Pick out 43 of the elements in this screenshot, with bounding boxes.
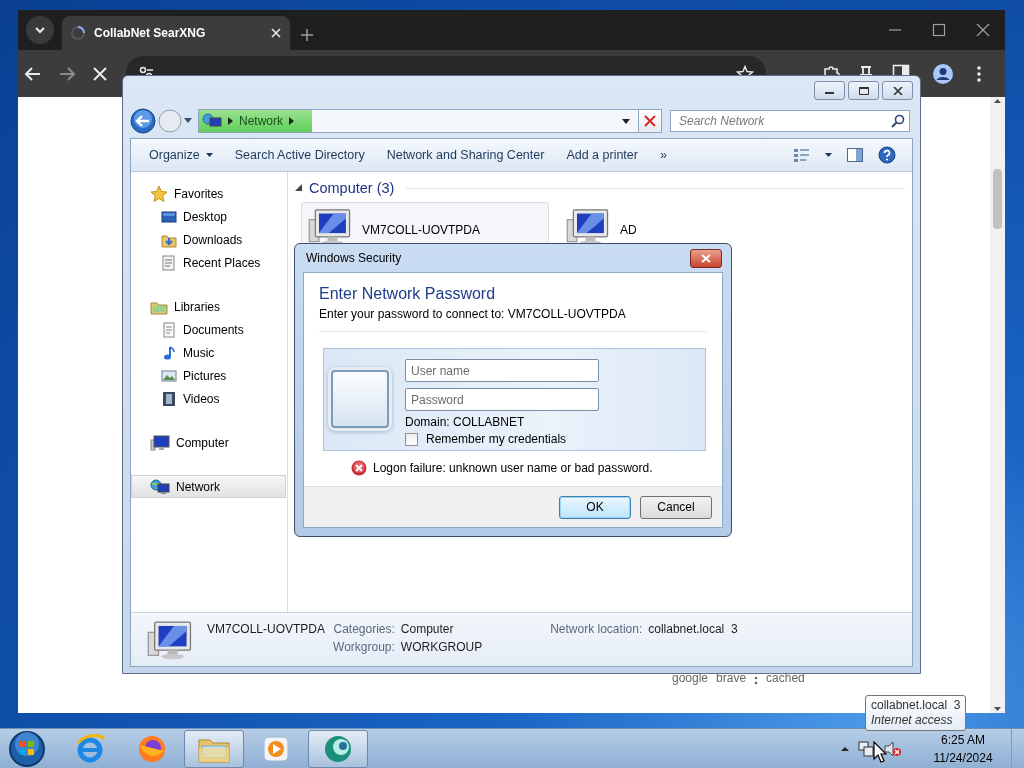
field-value: WORKGROUP	[400, 640, 483, 654]
dialog-heading: Enter Network Password	[319, 285, 497, 303]
nav-item[interactable]: Recent Places	[131, 251, 286, 274]
command-button[interactable]: Network and Sharing Center	[376, 144, 555, 166]
dialog-prompt: Enter your password to connect to: VM7COLL-UOVTPDA	[319, 307, 627, 321]
nav-item[interactable]: Favorites	[131, 182, 286, 205]
command-button[interactable]: Add a printer	[556, 144, 648, 166]
error-message: Logon failure: unknown user name or bad password.	[373, 461, 653, 475]
field-label: Workgroup:	[333, 640, 395, 654]
nav-item[interactable]: Libraries	[131, 295, 286, 318]
nav-item[interactable]: Videos	[131, 387, 286, 410]
dialog-button[interactable]: Cancel	[640, 495, 712, 519]
dialog-button[interactable]: OK	[559, 495, 631, 519]
nav-item[interactable]: Music	[131, 341, 286, 364]
result-link[interactable]: brave	[716, 671, 747, 685]
more-commands-button[interactable]: »	[649, 144, 677, 166]
field-value: collabnet.local 3	[648, 622, 738, 636]
username-field[interactable]: User name	[405, 359, 599, 382]
tooltip-subtitle: Internet access	[871, 713, 954, 728]
field-label: Categories:	[333, 622, 395, 636]
clock[interactable]: 6:25 AM 11/24/2024	[925, 730, 1001, 767]
computer-name: VM7COLL-UOVTPDA	[207, 622, 326, 636]
tooltip-title: collabnet.local 3	[871, 698, 961, 713]
nav-item[interactable]: Downloads	[131, 228, 286, 251]
search-field[interactable]: Search Network	[670, 110, 910, 132]
nav-item[interactable]: Pictures	[131, 364, 286, 387]
field-value: Computer	[400, 622, 455, 636]
nav-item[interactable]: Network	[131, 475, 286, 498]
nav-item[interactable]: Computer	[131, 431, 286, 454]
checkbox-label[interactable]: Remember my credentials	[426, 432, 567, 446]
address-bar[interactable]: Network	[198, 109, 662, 133]
group-header[interactable]: Computer (3)	[309, 180, 395, 196]
password-field[interactable]: Password	[405, 388, 599, 411]
result-link[interactable]: cached	[766, 671, 805, 685]
nav-item[interactable]: Desktop	[131, 205, 286, 228]
browser-tab[interactable]: CollabNet SearXNG	[62, 16, 290, 50]
field-label: Network location:	[550, 622, 643, 636]
result-link[interactable]: google	[672, 671, 709, 685]
dialog-title: Windows Security	[306, 251, 402, 265]
nav-item[interactable]: Documents	[131, 318, 286, 341]
command-button[interactable]: Search Active Directory	[224, 144, 375, 166]
command-button[interactable]: Organize	[139, 144, 223, 166]
domain-label: Domain: COLLABNET	[405, 415, 526, 429]
